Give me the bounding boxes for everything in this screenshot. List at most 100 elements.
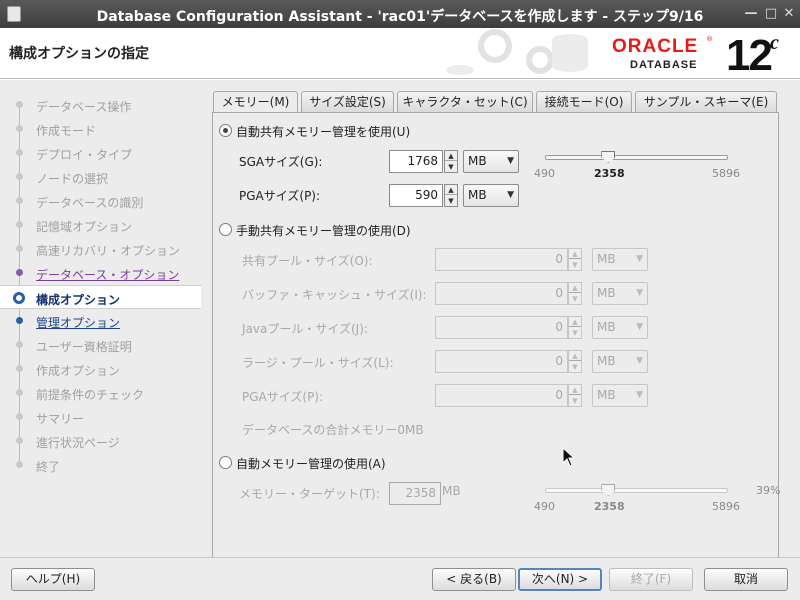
window-title: Database Configuration Assistant - 'rac0… bbox=[96, 9, 704, 25]
buffer-cache-size-spinner[interactable]: ▲ ▼ bbox=[568, 282, 582, 305]
step-indicator-icon bbox=[16, 149, 23, 156]
auto-memory-percent: 39% bbox=[756, 484, 781, 497]
close-icon[interactable]: ✕ bbox=[780, 5, 798, 23]
step-indicator-icon bbox=[13, 292, 25, 304]
spinner-down-icon[interactable]: ▼ bbox=[569, 294, 581, 304]
buffer-cache-size-input[interactable]: 0 bbox=[435, 282, 568, 305]
page-title: 構成オプションの指定 bbox=[9, 46, 149, 62]
spinner-up-icon[interactable]: ▲ bbox=[569, 351, 581, 361]
auto-shared-slider-track[interactable] bbox=[545, 155, 728, 160]
total-memory-label: データベースの合計メモリー0MB bbox=[242, 423, 424, 437]
tab-connection-mode[interactable]: 接続モード(O) bbox=[536, 91, 632, 113]
nav-step-label: 前提条件のチェック bbox=[36, 388, 145, 402]
maximize-icon[interactable]: □ bbox=[762, 5, 780, 23]
tab-character-set[interactable]: キャラクタ・セット(C) bbox=[397, 91, 533, 113]
spinner-down-icon[interactable]: ▼ bbox=[569, 362, 581, 372]
nav-step-label: データベース操作 bbox=[36, 100, 132, 114]
step-indicator-icon bbox=[16, 317, 23, 324]
back-button[interactable]: < 戻る(B) bbox=[432, 568, 516, 591]
finish-button[interactable]: 終了(F) bbox=[609, 568, 693, 591]
step-indicator-icon bbox=[16, 389, 23, 396]
spinner-up-icon[interactable]: ▲ bbox=[569, 317, 581, 327]
step-indicator-icon bbox=[16, 437, 23, 444]
nav-step-label: 構成オプション bbox=[36, 293, 121, 307]
large-pool-size-input[interactable]: 0 bbox=[435, 350, 568, 373]
spinner-up-icon[interactable]: ▲ bbox=[569, 249, 581, 259]
auto-memory-label: 自動メモリー管理の使用(A) bbox=[236, 457, 386, 471]
spinner-up-icon[interactable]: ▲ bbox=[569, 283, 581, 293]
pga-size-input[interactable]: 590 bbox=[389, 184, 443, 207]
auto-shared-slider-value: 2358 bbox=[594, 167, 625, 180]
spinner-up-icon[interactable]: ▲ bbox=[445, 185, 457, 195]
spinner-down-icon[interactable]: ▼ bbox=[569, 260, 581, 270]
java-pool-unit-select[interactable]: MB ▼ bbox=[592, 316, 648, 339]
chevron-down-icon: ▼ bbox=[636, 390, 643, 400]
shared-pool-size-spinner[interactable]: ▲ ▼ bbox=[568, 248, 582, 271]
nav-step-label: 高速リカバリ・オプション bbox=[36, 244, 181, 258]
nav-step-item[interactable]: データベース・オプション bbox=[0, 261, 201, 285]
manual-pga-size-input[interactable]: 0 bbox=[435, 384, 568, 407]
auto-memory-slider-track[interactable] bbox=[545, 488, 728, 493]
tab-memory[interactable]: メモリー(M) bbox=[213, 91, 298, 114]
step-indicator-icon bbox=[16, 245, 23, 252]
chevron-down-icon: ▼ bbox=[507, 156, 514, 166]
help-button[interactable]: ヘルプ(H) bbox=[11, 568, 95, 591]
manual-pga-size-spinner[interactable]: ▲ ▼ bbox=[568, 384, 582, 407]
step-indicator-icon bbox=[16, 125, 23, 132]
oracle-database-logo-text: DATABASE bbox=[630, 59, 698, 71]
spinner-up-icon[interactable]: ▲ bbox=[445, 151, 457, 161]
nav-step-label: データベース・オプション bbox=[36, 268, 180, 282]
memory-target-input[interactable]: 2358 bbox=[389, 482, 441, 505]
spinner-down-icon[interactable]: ▼ bbox=[445, 162, 457, 172]
pga-size-spinner[interactable]: ▲ ▼ bbox=[444, 184, 458, 207]
large-pool-size-spinner[interactable]: ▲ ▼ bbox=[568, 350, 582, 373]
nav-step-item: ユーザー資格証明 bbox=[0, 333, 201, 357]
nav-step-item[interactable]: 管理オプション bbox=[0, 309, 201, 333]
step-indicator-icon bbox=[16, 269, 23, 276]
step-indicator-icon bbox=[16, 461, 23, 468]
nav-step-item: 作成モード bbox=[0, 117, 201, 141]
minimize-icon[interactable]: — bbox=[742, 5, 760, 23]
buffer-cache-unit-select[interactable]: MB ▼ bbox=[592, 282, 648, 305]
mouse-cursor-icon bbox=[562, 447, 574, 467]
auto-shared-memory-radio[interactable] bbox=[219, 124, 232, 137]
manual-shared-memory-label: 手動共有メモリー管理の使用(D) bbox=[236, 224, 411, 238]
memory-target-unit: MB bbox=[442, 484, 461, 498]
spinner-down-icon[interactable]: ▼ bbox=[569, 396, 581, 406]
shared-pool-size-label: 共有プール・サイズ(O): bbox=[242, 254, 373, 268]
nav-step-label: サマリー bbox=[36, 412, 85, 426]
sga-unit-select[interactable]: MB ▼ bbox=[463, 150, 519, 173]
java-pool-size-spinner[interactable]: ▲ ▼ bbox=[568, 316, 582, 339]
java-pool-size-input[interactable]: 0 bbox=[435, 316, 568, 339]
spinner-down-icon[interactable]: ▼ bbox=[445, 196, 457, 206]
manual-pga-unit-select[interactable]: MB ▼ bbox=[592, 384, 648, 407]
sga-size-spinner[interactable]: ▲ ▼ bbox=[444, 150, 458, 173]
nav-step-item: データベース操作 bbox=[0, 93, 201, 117]
large-pool-unit-select[interactable]: MB ▼ bbox=[592, 350, 648, 373]
manual-shared-memory-radio[interactable] bbox=[219, 223, 232, 236]
step-indicator-icon bbox=[16, 101, 23, 108]
auto-memory-radio[interactable] bbox=[219, 456, 232, 469]
nav-step-label: 作成オプション bbox=[36, 364, 121, 378]
step-indicator-icon bbox=[16, 221, 23, 228]
chevron-down-icon: ▼ bbox=[636, 322, 643, 332]
nav-step-item[interactable]: 構成オプション bbox=[0, 285, 201, 309]
version-logo-suffix: c bbox=[770, 32, 779, 54]
auto-shared-slider-min: 490 bbox=[534, 167, 555, 180]
nav-step-label: データベースの識別 bbox=[36, 196, 144, 210]
tab-sizing[interactable]: サイズ設定(S) bbox=[301, 91, 394, 113]
spinner-down-icon[interactable]: ▼ bbox=[569, 328, 581, 338]
window-titlebar[interactable]: Database Configuration Assistant - 'rac0… bbox=[0, 0, 800, 28]
tab-sample-schema[interactable]: サンプル・スキーマ(E) bbox=[635, 91, 777, 113]
nav-step-label: 進行状況ページ bbox=[36, 436, 120, 450]
sga-size-input[interactable]: 1768 bbox=[389, 150, 443, 173]
shared-pool-unit-select[interactable]: MB ▼ bbox=[592, 248, 648, 271]
shared-pool-size-input[interactable]: 0 bbox=[435, 248, 568, 271]
page-header: 構成オプションの指定 ORACLE ® DATABASE 12 c bbox=[0, 28, 800, 80]
pga-unit-select[interactable]: MB ▼ bbox=[463, 184, 519, 207]
cancel-button[interactable]: 取消 bbox=[704, 568, 788, 591]
next-button[interactable]: 次へ(N) > bbox=[518, 568, 602, 591]
auto-shared-memory-label: 自動共有メモリー管理を使用(U) bbox=[236, 125, 411, 139]
spinner-up-icon[interactable]: ▲ bbox=[569, 385, 581, 395]
bottom-separator bbox=[0, 557, 800, 558]
